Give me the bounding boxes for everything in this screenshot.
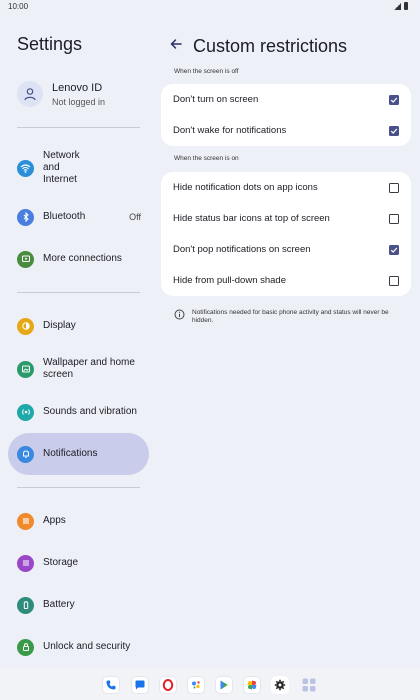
signal-icon bbox=[394, 2, 401, 10]
checkbox-checked[interactable] bbox=[389, 125, 399, 136]
setting-row-hide-status-icons[interactable]: Hide status bar icons at top of screen bbox=[161, 203, 411, 234]
connections-icon bbox=[17, 250, 34, 268]
page-title: Custom restrictions bbox=[193, 36, 348, 56]
setting-label: Hide status bar icons at top of screen bbox=[173, 213, 330, 224]
divider bbox=[17, 292, 140, 293]
sidebar-item-notifications[interactable]: Notifications bbox=[8, 433, 149, 475]
setting-row-hide-pull-down[interactable]: Hide from pull-down shade bbox=[161, 265, 411, 296]
sidebar-item-label: Bluetooth bbox=[43, 211, 86, 222]
section-label: When the screen is off bbox=[174, 68, 239, 75]
battery-icon bbox=[17, 596, 34, 614]
screen-off-card: Don't turn on screen Don't wake for noti… bbox=[161, 84, 411, 146]
assistant-icon[interactable] bbox=[187, 676, 205, 694]
back-button[interactable] bbox=[168, 36, 184, 52]
apps-icon bbox=[17, 512, 34, 530]
sidebar-item-label: More connections bbox=[43, 253, 122, 264]
brightness-icon bbox=[17, 317, 34, 335]
info-text: Notifications needed for basic phone act… bbox=[192, 309, 389, 324]
photos-icon[interactable] bbox=[243, 676, 261, 694]
sidebar-item-sounds[interactable]: Sounds and vibration bbox=[8, 400, 149, 424]
sidebar-item-battery[interactable]: Battery bbox=[8, 593, 149, 617]
sidebar-item-label: Storage bbox=[43, 557, 79, 568]
sidebar-item-label: Network and Internet bbox=[43, 150, 80, 185]
account-entry[interactable]: Lenovo ID Not logged in bbox=[8, 72, 148, 116]
sidebar-item-more-connections[interactable]: More connections bbox=[8, 247, 149, 271]
play-store-icon[interactable] bbox=[215, 676, 233, 694]
account-status: Not logged in bbox=[52, 96, 106, 107]
settings-icon[interactable] bbox=[271, 676, 289, 694]
sidebar-item-bluetooth[interactable]: Bluetooth Off bbox=[8, 205, 149, 229]
checkbox-checked[interactable] bbox=[389, 94, 399, 105]
bluetooth-icon bbox=[17, 208, 34, 226]
divider bbox=[17, 127, 140, 128]
setting-row-dont-turn-on-screen[interactable]: Don't turn on screen bbox=[161, 84, 411, 115]
sidebar-item-storage[interactable]: Storage bbox=[8, 551, 149, 575]
setting-row-dont-pop[interactable]: Don't pop notifications on screen bbox=[161, 234, 411, 265]
storage-icon bbox=[17, 554, 34, 572]
sidebar-item-apps[interactable]: Apps bbox=[8, 509, 149, 533]
sidebar-item-display[interactable]: Display bbox=[8, 314, 149, 338]
info-icon bbox=[174, 309, 185, 320]
person-icon bbox=[24, 88, 36, 101]
setting-label: Don't wake for notifications bbox=[173, 125, 287, 136]
setting-label: Don't turn on screen bbox=[173, 94, 259, 105]
checkbox-unchecked[interactable] bbox=[389, 275, 399, 286]
screen-on-card: Hide notification dots on app icons Hide… bbox=[161, 172, 411, 296]
sidebar-item-label: Sounds and vibration bbox=[43, 406, 137, 417]
checkbox-unchecked[interactable] bbox=[389, 182, 399, 193]
app-dock bbox=[0, 668, 420, 700]
phone-icon[interactable] bbox=[102, 676, 120, 694]
section-label: When the screen is on bbox=[174, 155, 239, 162]
battery-status-icon bbox=[404, 2, 408, 10]
settings-title: Settings bbox=[17, 34, 83, 54]
sidebar-item-label: Display bbox=[43, 320, 76, 331]
account-name: Lenovo ID bbox=[52, 81, 103, 94]
sidebar-item-network[interactable]: Network and Internet bbox=[8, 148, 149, 188]
wallpaper-icon bbox=[17, 360, 34, 378]
setting-row-hide-dots[interactable]: Hide notification dots on app icons bbox=[161, 172, 411, 203]
setting-label: Hide notification dots on app icons bbox=[173, 182, 318, 193]
sidebar-item-wallpaper[interactable]: Wallpaper and home screen bbox=[8, 355, 149, 383]
bluetooth-status: Off bbox=[129, 212, 141, 222]
lock-icon bbox=[17, 638, 34, 656]
info-note: Notifications needed for basic phone act… bbox=[174, 309, 394, 325]
arrow-left-icon bbox=[170, 39, 182, 49]
checkbox-checked[interactable] bbox=[389, 244, 399, 255]
sidebar-item-label: Notifications bbox=[43, 448, 98, 459]
setting-label: Don't pop notifications on screen bbox=[173, 244, 311, 255]
sidebar-item-label: Unlock and security bbox=[43, 641, 131, 652]
sound-icon bbox=[17, 403, 34, 421]
bell-icon bbox=[17, 445, 34, 463]
setting-row-dont-wake[interactable]: Don't wake for notifications bbox=[161, 115, 411, 146]
sidebar-item-security[interactable]: Unlock and security bbox=[8, 635, 149, 659]
sidebar-item-label: Battery bbox=[43, 599, 75, 610]
setting-label: Hide from pull-down shade bbox=[173, 275, 287, 286]
checkbox-unchecked[interactable] bbox=[389, 213, 399, 224]
app-drawer-icon[interactable] bbox=[300, 676, 318, 694]
avatar bbox=[17, 81, 43, 107]
messages-icon[interactable] bbox=[131, 676, 149, 694]
check-icon bbox=[390, 128, 398, 134]
wifi-icon bbox=[17, 159, 34, 177]
status-time: 10:00 bbox=[8, 2, 29, 11]
divider bbox=[17, 487, 140, 488]
opera-icon[interactable] bbox=[159, 676, 177, 694]
status-bar: 10:00 bbox=[0, 0, 420, 14]
sidebar-item-label: Apps bbox=[43, 515, 66, 526]
check-icon bbox=[390, 247, 398, 253]
sidebar-item-label: Wallpaper and home screen bbox=[43, 357, 135, 380]
check-icon bbox=[390, 97, 398, 103]
